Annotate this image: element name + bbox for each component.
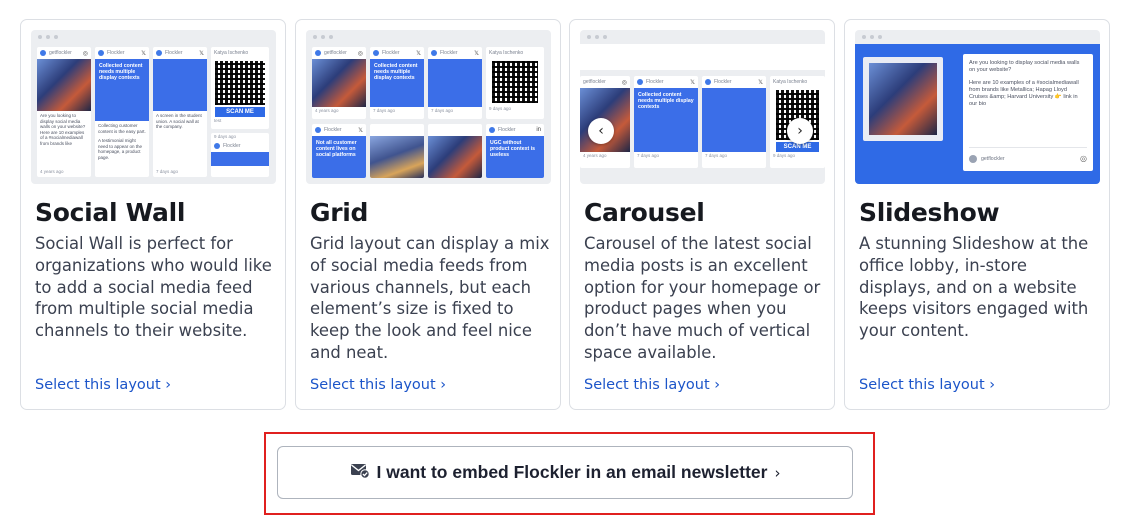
window-dots xyxy=(587,35,607,39)
layout-card-slideshow[interactable]: Are you looking to display social media … xyxy=(844,19,1110,410)
window-dots xyxy=(862,35,882,39)
preview-post: Flockler 𝕏 Not all customer content lives… xyxy=(312,124,366,178)
carousel-prev-button: ‹ xyxy=(588,118,614,144)
preview-post: Katya Ischenko SCAN ME test xyxy=(211,47,269,129)
layout-description: Grid layout can display a mix of social … xyxy=(310,234,550,362)
select-layout-link[interactable]: Select this layout › xyxy=(584,377,720,393)
slide-post: Are you looking to display social media … xyxy=(963,54,1093,171)
preview-post: Flockler 𝕏 Collected content needs multip… xyxy=(95,47,149,177)
layout-description: Carousel of the latest social media post… xyxy=(584,234,821,362)
preview-post: Flockler in UGC without product context i… xyxy=(486,124,544,178)
preview-post: getflockler ◎ 4 years ago xyxy=(312,47,366,119)
preview-post: getflockler ◎ Are you looking to display … xyxy=(37,47,91,177)
carousel-next-button: › xyxy=(787,118,813,144)
select-layout-link[interactable]: Select this layout › xyxy=(859,377,995,393)
preview-post: Katya Ischenko 9 days ago xyxy=(486,47,544,119)
layout-title: Social Wall xyxy=(35,198,186,227)
email-check-icon xyxy=(350,461,370,484)
preview-post xyxy=(428,124,482,178)
chevron-right-icon: › xyxy=(774,463,781,482)
preview-post: Flockler 𝕏 7 days ago xyxy=(702,76,766,168)
layout-title: Carousel xyxy=(584,198,705,227)
embed-newsletter-label: I want to embed Flockler in an email new… xyxy=(376,462,768,482)
grid-preview: getflockler ◎ 4 years ago Flockler 𝕏 Colle… xyxy=(306,30,551,184)
layout-title: Slideshow xyxy=(859,198,1000,227)
layout-description: Social Wall is perfect for organizations… xyxy=(35,234,272,341)
preview-post: Flockler 𝕏 7 days ago xyxy=(428,47,482,119)
preview-post xyxy=(370,124,424,178)
layout-card-social-wall[interactable]: getflockler ◎ Are you looking to display … xyxy=(20,19,286,410)
layout-description: A stunning Slideshow at the office lobby… xyxy=(859,234,1089,341)
preview-post: Flockler 𝕏 Collected content needs multip… xyxy=(634,76,698,168)
layout-card-carousel[interactable]: getflockler ◎ 4 years ago Flockler 𝕏 Colle… xyxy=(569,19,835,410)
preview-post: Flockler 𝕏 A screen in the student union.… xyxy=(153,47,207,177)
slideshow-preview: Are you looking to display social media … xyxy=(855,30,1100,184)
window-dots xyxy=(313,35,333,39)
embed-newsletter-button[interactable]: I want to embed Flockler in an email new… xyxy=(277,446,853,499)
window-dots xyxy=(38,35,58,39)
layout-title: Grid xyxy=(310,198,369,227)
preview-post: 9 days ago Flockler xyxy=(211,133,269,177)
select-layout-link[interactable]: Select this layout › xyxy=(35,377,171,393)
preview-post: Flockler 𝕏 Collected content needs multip… xyxy=(370,47,424,119)
select-layout-link[interactable]: Select this layout › xyxy=(310,377,446,393)
carousel-preview: getflockler ◎ 4 years ago Flockler 𝕏 Colle… xyxy=(580,30,825,184)
slide-image xyxy=(863,57,943,141)
layout-card-grid[interactable]: getflockler ◎ 4 years ago Flockler 𝕏 Colle… xyxy=(295,19,561,410)
social-wall-preview: getflockler ◎ Are you looking to display … xyxy=(31,30,276,184)
layout-cards: getflockler ◎ Are you looking to display … xyxy=(20,19,1110,410)
